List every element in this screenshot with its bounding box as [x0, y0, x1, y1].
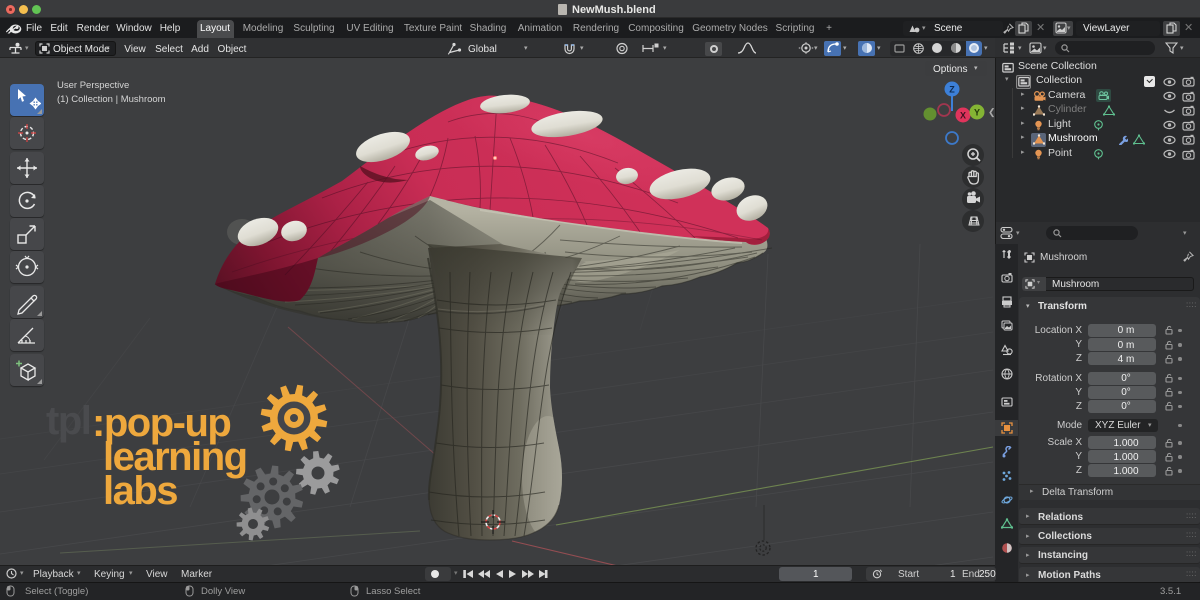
svg-text:labs: labs — [103, 469, 177, 513]
svg-text:Z: Z — [949, 85, 955, 95]
svg-text:X: X — [960, 111, 966, 121]
svg-text:tpl: tpl — [46, 399, 90, 443]
svg-text:Y: Y — [974, 108, 980, 118]
